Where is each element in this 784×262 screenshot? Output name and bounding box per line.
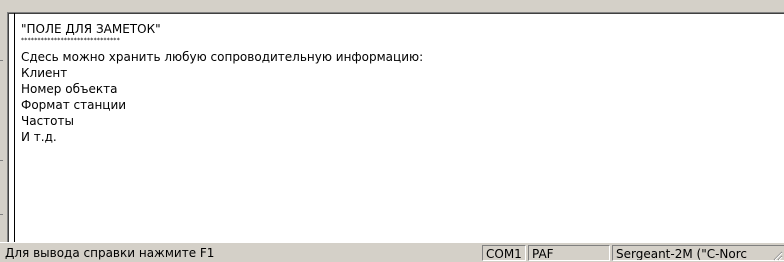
frame-tick xyxy=(0,60,3,61)
status-bar-separator xyxy=(0,242,784,243)
notes-line: Формат станции xyxy=(21,98,127,112)
notes-heading: "ПОЛЕ ДЛЯ ЗАМЕТОК" xyxy=(21,22,161,36)
status-help-text: Для вывода справки нажмите F1 xyxy=(5,246,215,260)
frame-tick xyxy=(0,160,3,161)
notes-line: И т.д. xyxy=(21,130,57,144)
status-device-panel: Sergeant-2M ("C-Norc xyxy=(612,245,784,261)
notes-area-inner-border xyxy=(14,13,15,260)
frame-tick xyxy=(0,214,3,215)
window-left-frame xyxy=(0,0,7,262)
status-port-panel: COM1 xyxy=(482,245,526,261)
notes-line: Клиент xyxy=(21,66,68,80)
notes-text-area[interactable]: "ПОЛЕ ДЛЯ ЗАМЕТОК" *********************… xyxy=(7,12,784,260)
notes-line: Номер объекта xyxy=(21,82,118,96)
notes-line: Частоты xyxy=(21,114,74,128)
notes-line: Сдесь можно хранить любую сопроводительн… xyxy=(21,50,424,64)
status-protocol-panel: PAF xyxy=(528,245,610,261)
notes-content: "ПОЛЕ ДЛЯ ЗАМЕТОК" *********************… xyxy=(21,21,423,145)
resize-grip-icon[interactable] xyxy=(773,251,783,261)
notes-stars-separator: ****************************** xyxy=(21,37,120,44)
status-bar: Для вывода справки нажмите F1 COM1 PAF S… xyxy=(0,242,784,262)
